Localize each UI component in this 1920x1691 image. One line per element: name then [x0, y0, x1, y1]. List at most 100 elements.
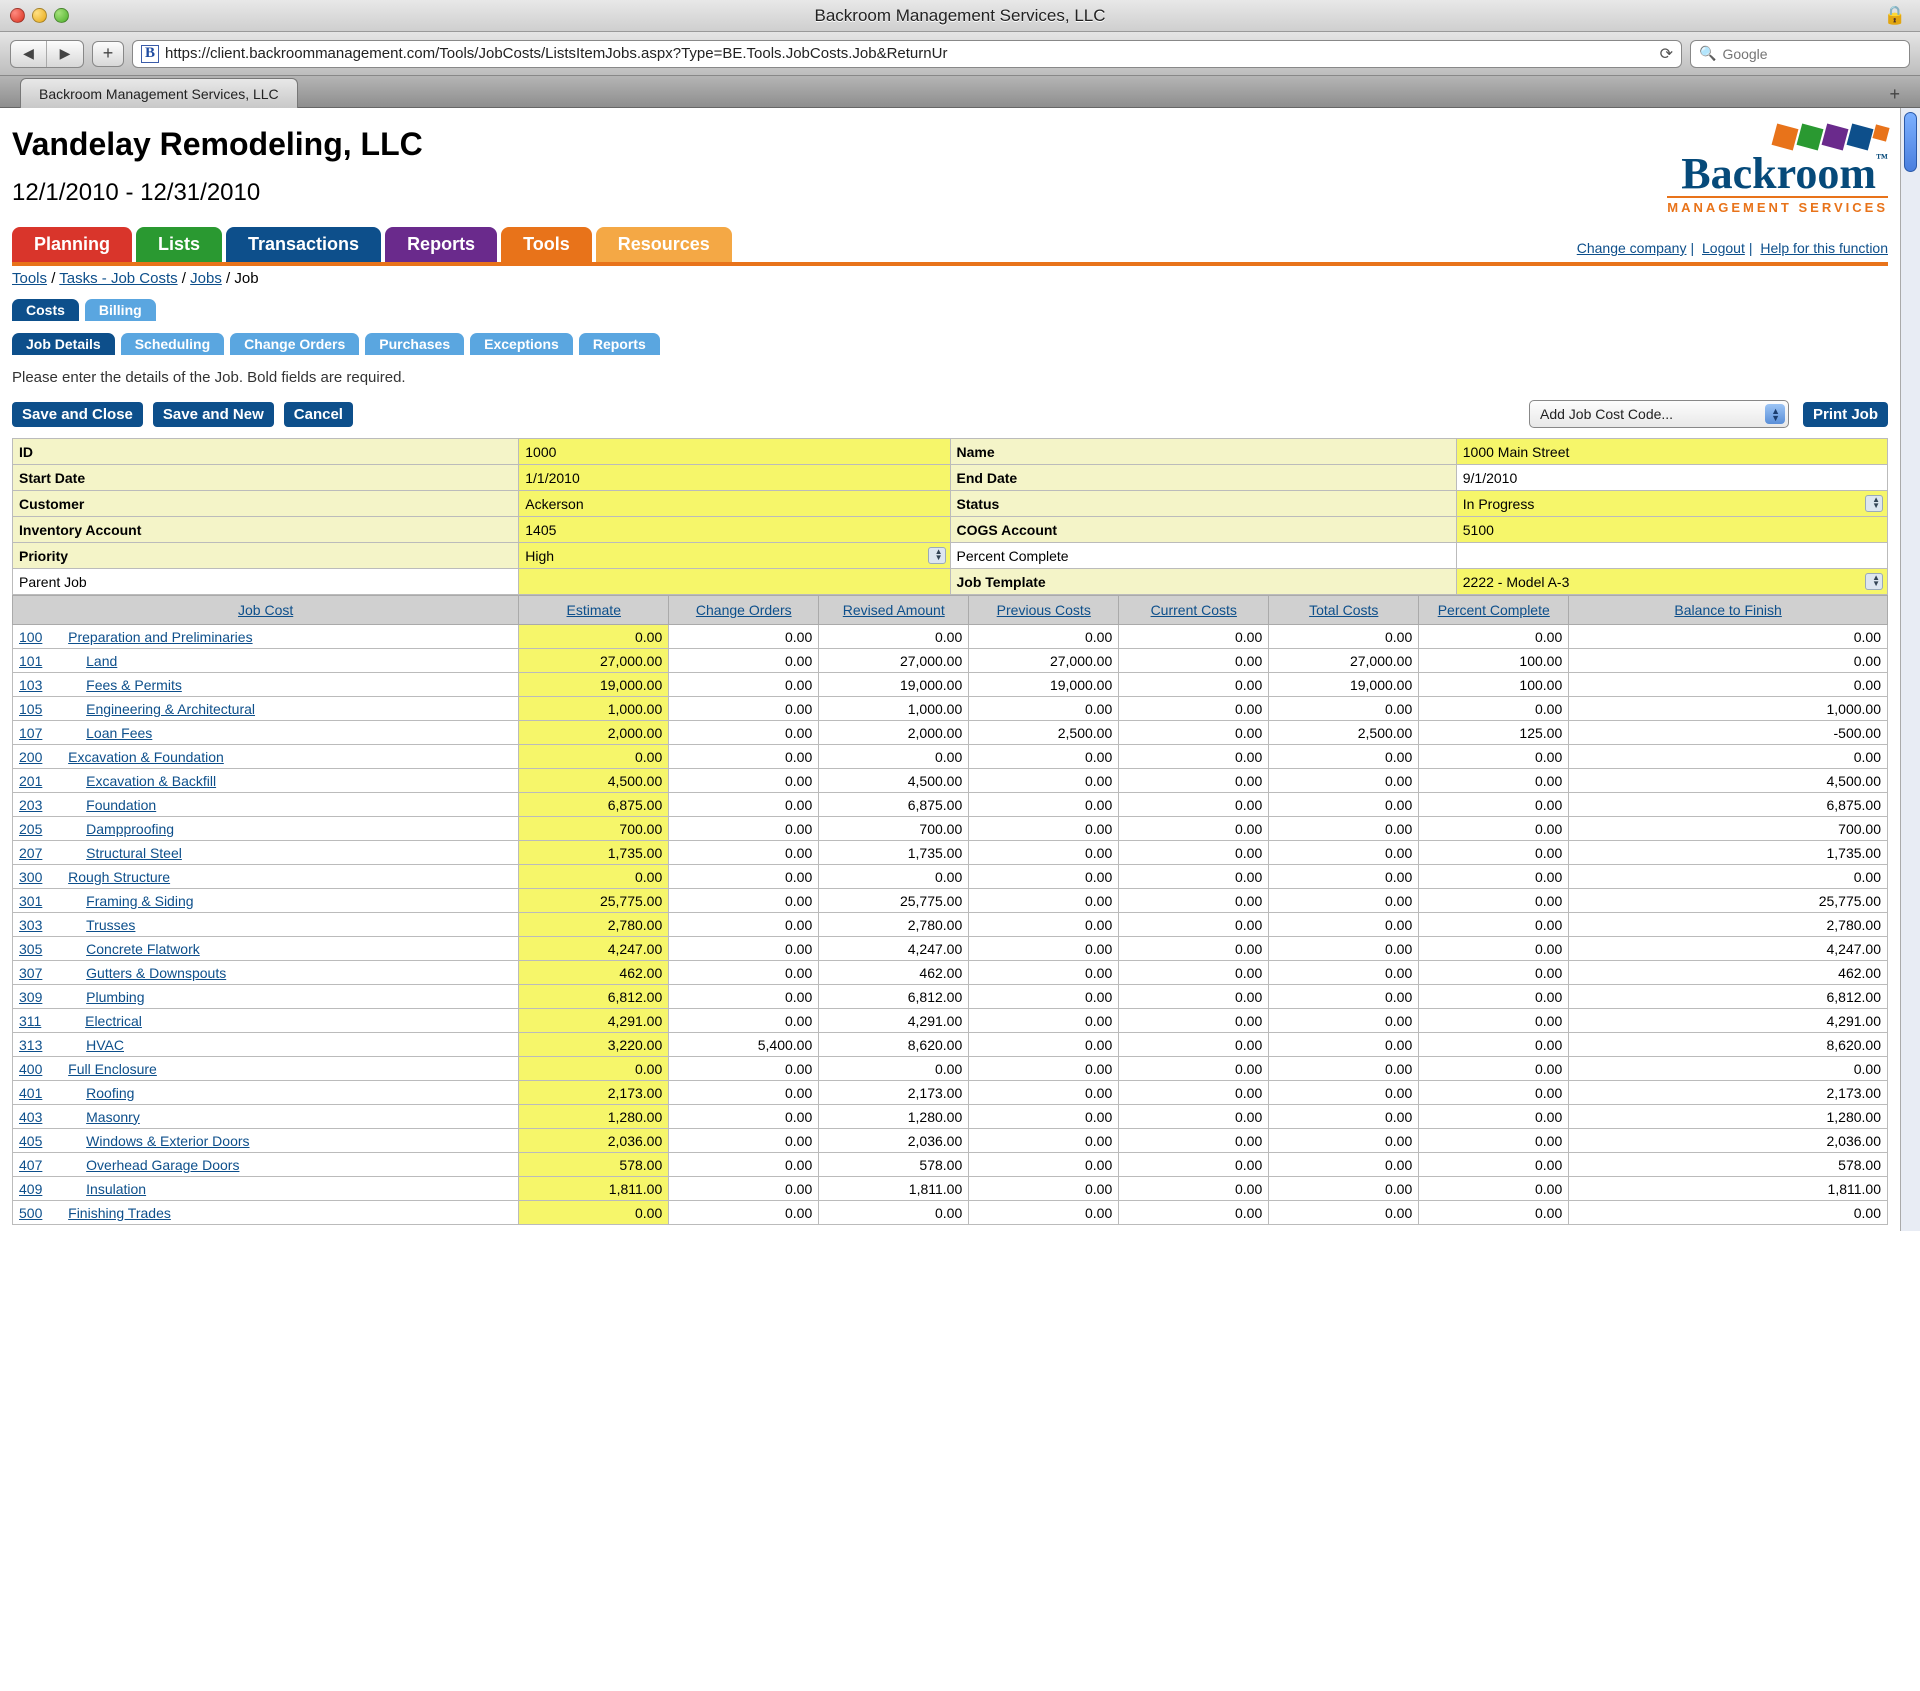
reload-icon[interactable]: ⟳ — [1660, 44, 1673, 64]
cell-estimate[interactable]: 700.00 — [519, 817, 669, 841]
cell-estimate[interactable]: 1,000.00 — [519, 697, 669, 721]
help-link[interactable]: Help for this function — [1760, 240, 1888, 256]
cell-job-cost[interactable]: 409 Insulation — [13, 1177, 519, 1201]
cell-job-cost[interactable]: 401 Roofing — [13, 1081, 519, 1105]
url-bar[interactable]: B https://client.backroommanagement.com/… — [132, 40, 1682, 68]
percent-complete-field[interactable] — [1456, 543, 1887, 569]
col-percent-complete[interactable]: Percent Complete — [1419, 596, 1569, 625]
parent-job-field[interactable] — [519, 569, 950, 595]
col-revised-amount[interactable]: Revised Amount — [819, 596, 969, 625]
nav-transactions-tab[interactable]: Transactions — [226, 227, 381, 262]
nav-planning-tab[interactable]: Planning — [12, 227, 132, 262]
cell-job-cost[interactable]: 203 Foundation — [13, 793, 519, 817]
cell-job-cost[interactable]: 107 Loan Fees — [13, 721, 519, 745]
tab-exceptions[interactable]: Exceptions — [470, 333, 573, 355]
change-company-link[interactable]: Change company — [1577, 240, 1687, 256]
col-previous-costs[interactable]: Previous Costs — [969, 596, 1119, 625]
cell-estimate[interactable]: 2,780.00 — [519, 913, 669, 937]
cell-job-cost[interactable]: 307 Gutters & Downspouts — [13, 961, 519, 985]
col-job-cost[interactable]: Job Cost — [13, 596, 519, 625]
cell-estimate[interactable]: 0.00 — [519, 745, 669, 769]
cogs-account-field[interactable]: 5100 — [1456, 517, 1887, 543]
cell-estimate[interactable]: 578.00 — [519, 1153, 669, 1177]
breadcrumb-tasks[interactable]: Tasks - Job Costs — [59, 270, 177, 287]
search-bar[interactable]: 🔍 — [1690, 40, 1910, 68]
new-tab-button[interactable]: + — [1889, 84, 1900, 105]
cell-job-cost[interactable]: 311 Electrical — [13, 1009, 519, 1033]
print-job-button[interactable]: Print Job — [1803, 402, 1888, 427]
job-template-select[interactable]: 2222 - Model A-3▲▼ — [1456, 569, 1887, 595]
cell-job-cost[interactable]: 400 Full Enclosure — [13, 1057, 519, 1081]
cell-estimate[interactable]: 0.00 — [519, 865, 669, 889]
cell-estimate[interactable]: 3,220.00 — [519, 1033, 669, 1057]
start-date-field[interactable]: 1/1/2010 — [519, 465, 950, 491]
cell-estimate[interactable]: 19,000.00 — [519, 673, 669, 697]
col-change-orders[interactable]: Change Orders — [669, 596, 819, 625]
add-bookmark-button[interactable]: + — [92, 41, 124, 67]
cell-estimate[interactable]: 2,000.00 — [519, 721, 669, 745]
cell-estimate[interactable]: 1,735.00 — [519, 841, 669, 865]
status-select[interactable]: In Progress▲▼ — [1456, 491, 1887, 517]
name-field[interactable]: 1000 Main Street — [1456, 439, 1887, 465]
logout-link[interactable]: Logout — [1702, 240, 1745, 256]
breadcrumb-jobs[interactable]: Jobs — [190, 270, 222, 287]
cell-estimate[interactable]: 0.00 — [519, 1057, 669, 1081]
back-button[interactable]: ◀ — [11, 41, 47, 67]
cell-estimate[interactable]: 27,000.00 — [519, 649, 669, 673]
browser-tab[interactable]: Backroom Management Services, LLC — [20, 78, 298, 108]
cell-estimate[interactable]: 25,775.00 — [519, 889, 669, 913]
cell-job-cost[interactable]: 405 Windows & Exterior Doors — [13, 1129, 519, 1153]
save-close-button[interactable]: Save and Close — [12, 402, 143, 427]
cell-job-cost[interactable]: 309 Plumbing — [13, 985, 519, 1009]
cancel-button[interactable]: Cancel — [284, 402, 353, 427]
nav-lists-tab[interactable]: Lists — [136, 227, 222, 262]
cell-estimate[interactable]: 2,173.00 — [519, 1081, 669, 1105]
cell-estimate[interactable]: 4,247.00 — [519, 937, 669, 961]
cell-job-cost[interactable]: 105 Engineering & Architectural — [13, 697, 519, 721]
tab-billing[interactable]: Billing — [85, 299, 156, 321]
cell-job-cost[interactable]: 205 Dampproofing — [13, 817, 519, 841]
cell-estimate[interactable]: 4,500.00 — [519, 769, 669, 793]
tab-change-orders[interactable]: Change Orders — [230, 333, 359, 355]
forward-button[interactable]: ▶ — [47, 41, 83, 67]
cell-job-cost[interactable]: 403 Masonry — [13, 1105, 519, 1129]
cell-job-cost[interactable]: 103 Fees & Permits — [13, 673, 519, 697]
cell-estimate[interactable]: 462.00 — [519, 961, 669, 985]
scrollbar[interactable] — [1900, 108, 1920, 1231]
add-job-cost-code-dropdown[interactable]: Add Job Cost Code... ▲▼ — [1529, 400, 1789, 428]
customer-field[interactable]: Ackerson — [519, 491, 950, 517]
nav-tools-tab[interactable]: Tools — [501, 227, 592, 262]
save-new-button[interactable]: Save and New — [153, 402, 274, 427]
breadcrumb-tools[interactable]: Tools — [12, 270, 47, 287]
cell-estimate[interactable]: 1,811.00 — [519, 1177, 669, 1201]
cell-estimate[interactable]: 4,291.00 — [519, 1009, 669, 1033]
col-balance-to-finish[interactable]: Balance to Finish — [1569, 596, 1888, 625]
id-field[interactable]: 1000 — [519, 439, 950, 465]
cell-estimate[interactable]: 0.00 — [519, 1201, 669, 1225]
cell-job-cost[interactable]: 305 Concrete Flatwork — [13, 937, 519, 961]
cell-job-cost[interactable]: 200 Excavation & Foundation — [13, 745, 519, 769]
cell-job-cost[interactable]: 101 Land — [13, 649, 519, 673]
cell-job-cost[interactable]: 500 Finishing Trades — [13, 1201, 519, 1225]
col-current-costs[interactable]: Current Costs — [1119, 596, 1269, 625]
inventory-account-field[interactable]: 1405 — [519, 517, 950, 543]
cell-job-cost[interactable]: 303 Trusses — [13, 913, 519, 937]
end-date-field[interactable]: 9/1/2010 — [1456, 465, 1887, 491]
col-estimate[interactable]: Estimate — [519, 596, 669, 625]
tab-reports[interactable]: Reports — [579, 333, 660, 355]
cell-estimate[interactable]: 6,812.00 — [519, 985, 669, 1009]
cell-estimate[interactable]: 0.00 — [519, 625, 669, 649]
priority-select[interactable]: High▲▼ — [519, 543, 950, 569]
tab-costs[interactable]: Costs — [12, 299, 79, 321]
tab-purchases[interactable]: Purchases — [365, 333, 464, 355]
cell-job-cost[interactable]: 300 Rough Structure — [13, 865, 519, 889]
search-input[interactable] — [1722, 46, 1903, 62]
cell-job-cost[interactable]: 207 Structural Steel — [13, 841, 519, 865]
cell-estimate[interactable]: 2,036.00 — [519, 1129, 669, 1153]
cell-job-cost[interactable]: 201 Excavation & Backfill — [13, 769, 519, 793]
cell-job-cost[interactable]: 407 Overhead Garage Doors — [13, 1153, 519, 1177]
cell-estimate[interactable]: 1,280.00 — [519, 1105, 669, 1129]
scrollbar-thumb[interactable] — [1904, 112, 1917, 172]
nav-resources-tab[interactable]: Resources — [596, 227, 732, 262]
tab-scheduling[interactable]: Scheduling — [121, 333, 224, 355]
